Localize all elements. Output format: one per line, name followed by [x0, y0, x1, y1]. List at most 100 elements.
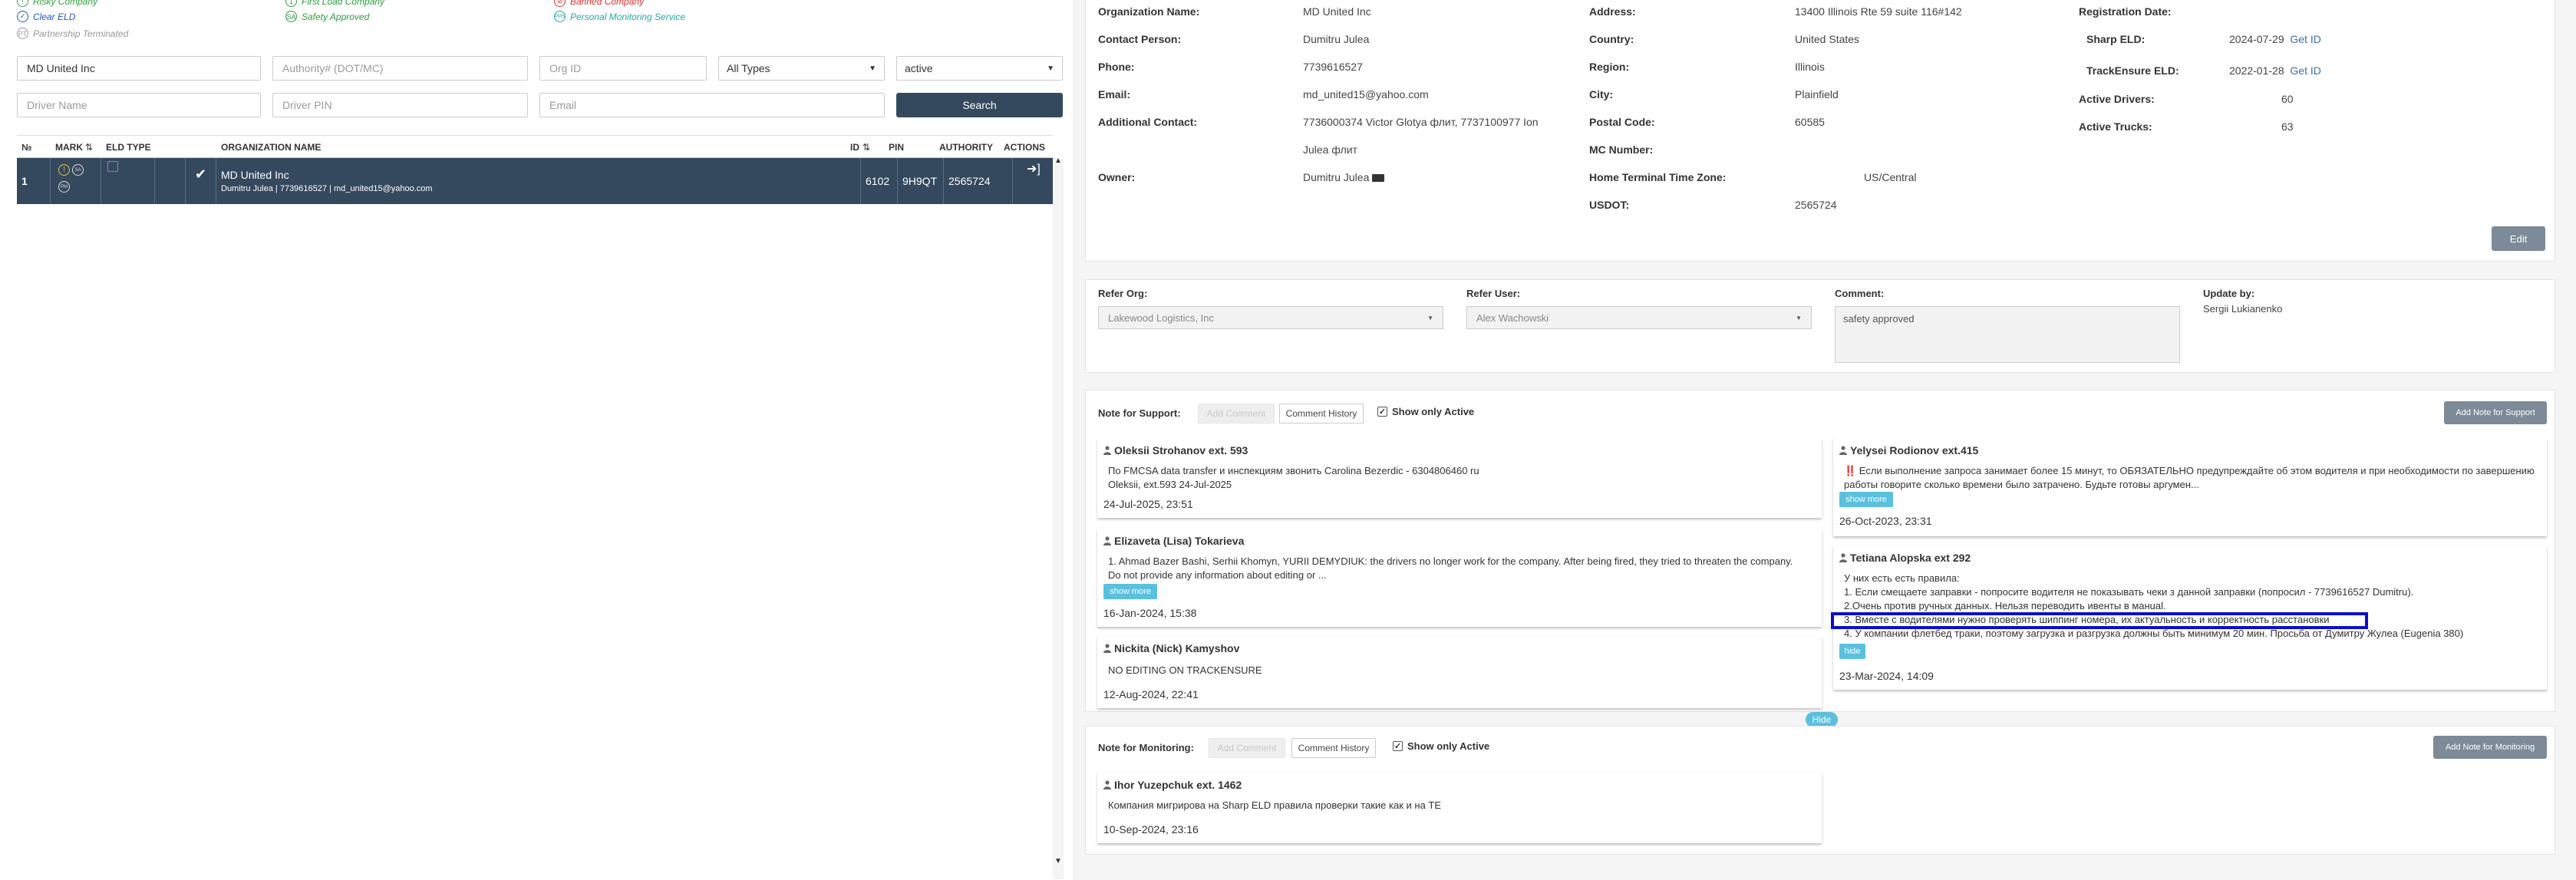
hide-notes-button[interactable]: Hide: [1806, 712, 1838, 727]
support-show-active-checkbox[interactable]: ✓ Show only Active: [1377, 406, 1474, 417]
header-id[interactable]: ID ⇅: [846, 136, 879, 159]
header-mark[interactable]: MARK ⇅: [51, 136, 101, 159]
check-icon: ✔: [194, 166, 207, 182]
value-additional-1: 7736000374 Victor Glotya флит, 773710097…: [1303, 116, 1539, 128]
driver-name-input[interactable]: [17, 93, 261, 117]
table-row[interactable]: 1 ! SA PM ✔ MD United Inc Dumitru Julea …: [17, 158, 1053, 204]
header-org-name: ORGANIZATION NAME: [221, 142, 322, 153]
user-icon: [1839, 446, 1847, 455]
status-select[interactable]: active ▼: [896, 56, 1063, 81]
row-org-sub: Dumitru Julea | 7739616527 | md_united15…: [221, 184, 433, 193]
edit-button[interactable]: Edit: [2492, 226, 2545, 251]
safety-mark-icon: SA: [72, 164, 84, 176]
checkbox-checked-icon: ✓: [1393, 741, 1403, 751]
sort-icon: ⇅: [863, 142, 871, 153]
label-city: City:: [1589, 88, 1614, 101]
caret-down-icon: ▼: [1796, 314, 1802, 321]
risk-icon: !: [17, 0, 28, 7]
value-email: md_united15@yahoo.com: [1303, 88, 1429, 101]
legend-banned: ⊘ Banned Company: [554, 0, 644, 7]
support-history-button[interactable]: Comment History: [1279, 404, 1364, 424]
label-postal: Postal Code:: [1589, 116, 1655, 128]
warning-mark-icon: !: [58, 164, 70, 176]
legend-monitoring: PMS Personal Monitoring Service: [554, 11, 686, 22]
row-org-name: MD United Inc: [221, 169, 289, 181]
sharp-get-id-link[interactable]: Get ID: [2290, 33, 2320, 45]
refer-panel: Refer Org: Lakewood Logistics, Inc ▼ Refe…: [1085, 279, 2555, 373]
label-trackensure: TrackEnsure ELD:: [2086, 64, 2179, 77]
label-drivers: Active Drivers:: [2079, 93, 2155, 105]
support-note: Nickita (Nick) Kamyshov NO EDITING ON TR…: [1097, 636, 1822, 708]
org-id-input[interactable]: [539, 56, 707, 81]
comment-textarea[interactable]: safety approved: [1835, 306, 2180, 363]
banned-icon: ⊘: [554, 0, 566, 7]
sort-icon: ⇅: [85, 142, 94, 153]
label-home-tz: Home Terminal Time Zone:: [1589, 171, 1727, 183]
value-org-name: MD United Inc: [1303, 5, 1371, 18]
eld-logo-icon: [107, 161, 118, 172]
value-country: United States: [1795, 33, 1860, 45]
header-eld-type: ELD TYPE: [106, 142, 151, 153]
show-more-button[interactable]: show more: [1839, 492, 1893, 507]
login-icon[interactable]: ➜]: [1027, 161, 1041, 176]
support-add-comment-button[interactable]: Add Comment: [1198, 404, 1275, 424]
support-panel: Note for Support: Add Comment Comment Hi…: [1085, 390, 2555, 712]
type-select[interactable]: All Types ▼: [718, 56, 885, 81]
user-icon: [1103, 446, 1111, 455]
refer-user-select[interactable]: Alex Wachowski ▼: [1466, 306, 1812, 329]
value-phone: 7739616527: [1303, 61, 1363, 73]
value-postal: 60585: [1795, 116, 1825, 128]
search-button[interactable]: Search: [896, 93, 1063, 117]
label-owner: Owner:: [1098, 171, 1136, 183]
label-trucks: Active Trucks:: [2079, 120, 2152, 133]
label-reg-date: Registration Date:: [2079, 5, 2172, 18]
label-phone: Phone:: [1098, 61, 1135, 73]
hide-note-button[interactable]: hide: [1839, 644, 1865, 659]
header-no: №: [21, 142, 32, 153]
label-refer-user: Refer User:: [1466, 288, 1521, 299]
scroll-down-icon[interactable]: ▼: [1054, 857, 1062, 865]
monitoring-panel: Note for Monitoring: Add Comment Comment…: [1085, 726, 2555, 855]
org-name-input[interactable]: [17, 56, 261, 81]
show-more-button[interactable]: show more: [1103, 584, 1157, 599]
add-note-monitoring-button[interactable]: Add Note for Monitoring: [2433, 736, 2547, 759]
te-get-id-link[interactable]: Get ID: [2290, 64, 2320, 77]
authority-input[interactable]: [272, 56, 528, 81]
row-pin: 9H9QT: [898, 158, 944, 204]
monitoring-add-comment-button[interactable]: Add Comment: [1209, 738, 1285, 758]
caret-down-icon: ▼: [869, 64, 876, 73]
legend-risky: ! Risky Company: [17, 0, 97, 7]
scroll-up-icon[interactable]: ▲: [1054, 157, 1062, 165]
support-title: Note for Support:: [1098, 407, 1181, 419]
safety-approved-icon: SA: [285, 11, 297, 22]
table-scrollbar[interactable]: ▲ ▼: [1053, 157, 1064, 879]
add-note-support-button[interactable]: Add Note for Support: [2444, 401, 2547, 424]
email-input[interactable]: [539, 93, 885, 117]
monitoring-show-active-checkbox[interactable]: ✓ Show only Active: [1393, 740, 1489, 752]
monitoring-history-button[interactable]: Comment History: [1291, 738, 1376, 758]
driver-pin-input[interactable]: [272, 93, 528, 117]
row-eld-1: [101, 158, 155, 204]
row-id: 6102: [861, 158, 898, 204]
header-authority: AUTHORITY: [939, 142, 993, 153]
row-org[interactable]: MD United Inc Dumitru Julea | 7739616527…: [216, 158, 861, 204]
row-authority: 2565724: [944, 158, 1013, 204]
clear-mark-icon: PM: [58, 181, 70, 193]
caret-down-icon: ▼: [1427, 314, 1433, 321]
label-address: Address:: [1589, 5, 1636, 18]
label-additional: Additional Contact:: [1098, 116, 1198, 128]
value-city: Plainfield: [1795, 88, 1839, 101]
id-card-icon: [1372, 174, 1385, 183]
caret-down-icon: ▼: [1047, 64, 1054, 73]
monitoring-note: Ihor Yuzepchuk ext. 1462 Компания мигрир…: [1097, 773, 1822, 843]
support-note: Oleksii Strohanov ext. 593 По FMCSA data…: [1097, 438, 1822, 518]
user-icon: [1103, 644, 1111, 653]
label-mc: MC Number:: [1589, 143, 1654, 156]
label-refer-org: Refer Org:: [1098, 288, 1148, 299]
label-update-by: Update by:: [2203, 288, 2255, 299]
value-region: Illinois: [1795, 61, 1825, 73]
monitoring-title: Note for Monitoring:: [1098, 742, 1194, 753]
legend-safety-approved: SA Safety Approved: [285, 11, 370, 22]
value-sharp: 2024-07-29 Get ID: [2229, 33, 2321, 45]
refer-org-select[interactable]: Lakewood Logistics, Inc ▼: [1098, 306, 1443, 329]
